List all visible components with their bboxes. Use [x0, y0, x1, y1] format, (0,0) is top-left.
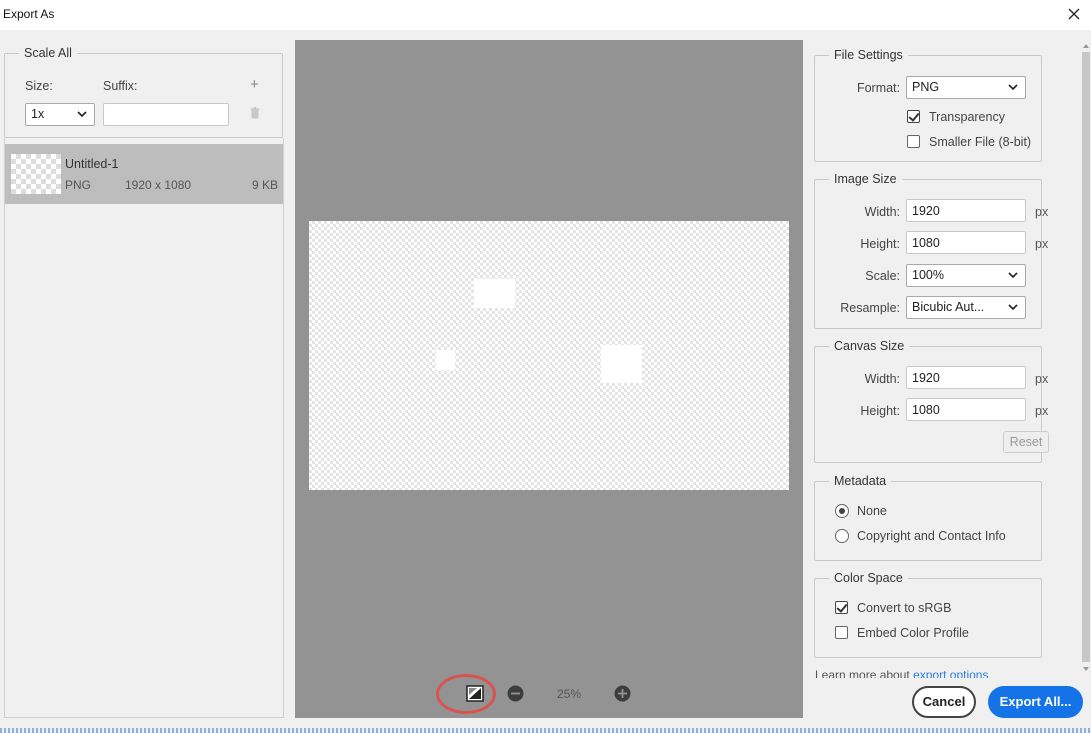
scale-select[interactable]: 100% — [906, 264, 1026, 287]
transparency-checkbox[interactable] — [907, 110, 920, 123]
canvas-width-input[interactable] — [906, 366, 1026, 389]
settings-scrollbar[interactable] — [1081, 40, 1091, 676]
asset-name: Untitled-1 — [65, 157, 119, 171]
zoom-in-icon[interactable] — [614, 685, 631, 702]
metadata-copyright-radio[interactable] — [835, 529, 849, 543]
scrollbar-thumb[interactable] — [1082, 52, 1090, 662]
embed-profile-checkbox[interactable] — [835, 626, 848, 639]
format-label: Format: — [856, 81, 900, 95]
canvas-height-input[interactable] — [906, 398, 1026, 421]
suffix-label: Suffix: — [103, 79, 138, 93]
canvas-size-legend: Canvas Size — [834, 339, 905, 353]
learn-more-text: Learn more about — [815, 668, 910, 678]
smaller-file-checkbox[interactable] — [907, 135, 920, 148]
chevron-down-icon — [1008, 84, 1018, 91]
metadata-group: Metadata — [814, 474, 1042, 561]
scale-label: Scale: — [865, 269, 900, 283]
image-width-label: Width: — [864, 205, 900, 219]
metadata-none-label: None — [857, 504, 887, 518]
smaller-file-label: Smaller File (8-bit) — [929, 135, 1032, 149]
metadata-legend: Metadata — [834, 474, 887, 488]
size-select-value: 1x — [31, 107, 45, 121]
canvas-height-label: Height: — [860, 404, 900, 418]
image-height-input[interactable] — [906, 231, 1026, 254]
preview-area: 25% — [295, 40, 803, 718]
canvas-width-label: Width: — [864, 372, 900, 386]
zoom-out-icon[interactable] — [507, 685, 524, 702]
title-bar: Export As — [0, 0, 1091, 30]
canvas-height-unit: px — [1035, 404, 1049, 418]
scroll-up-icon[interactable] — [1082, 42, 1090, 50]
size-select[interactable]: 1x — [25, 103, 95, 126]
transparency-label: Transparency — [929, 110, 1005, 124]
convert-srgb-checkbox[interactable] — [835, 601, 848, 614]
chevron-down-icon — [1008, 304, 1018, 311]
chevron-down-icon — [1008, 272, 1018, 279]
close-icon[interactable] — [1063, 3, 1085, 25]
canvas-width-unit: px — [1035, 372, 1049, 386]
export-all-button[interactable]: Export All... — [988, 686, 1083, 718]
image-size-legend: Image Size — [834, 172, 897, 186]
resample-select-value: Bicubic Aut... — [912, 300, 985, 314]
scale-all-legend: Scale All — [24, 46, 72, 60]
taskbar-edge — [0, 728, 1091, 733]
format-select[interactable]: PNG — [906, 76, 1026, 99]
export-options-link[interactable]: export options — [913, 668, 988, 678]
asset-row[interactable]: Untitled-1 PNG 1920 x 1080 9 KB — [5, 144, 283, 204]
canvas-shape — [436, 350, 455, 370]
left-panel: Scale All Size: Suffix: + 1x — [4, 40, 284, 718]
embed-profile-label: Embed Color Profile — [857, 626, 969, 640]
canvas-shape — [601, 345, 642, 383]
image-width-unit: px — [1035, 205, 1049, 219]
scale-select-value: 100% — [912, 268, 944, 282]
image-height-unit: px — [1035, 237, 1049, 251]
asset-file-size: 9 KB — [251, 178, 278, 192]
resample-label: Resample: — [840, 301, 900, 315]
scroll-down-icon[interactable] — [1082, 665, 1090, 673]
window-title: Export As — [3, 7, 55, 21]
cancel-button[interactable]: Cancel — [912, 686, 976, 718]
asset-format: PNG — [65, 178, 92, 192]
reset-button[interactable]: Reset — [1003, 431, 1049, 453]
metadata-copyright-label: Copyright and Contact Info — [857, 529, 1006, 543]
zoom-level: 25% — [557, 687, 582, 701]
trash-icon[interactable] — [250, 107, 260, 119]
asset-thumbnail — [11, 154, 61, 194]
add-scale-button[interactable]: + — [250, 76, 259, 93]
preview-canvas — [309, 221, 789, 490]
resample-select[interactable]: Bicubic Aut... — [906, 296, 1026, 319]
learn-more: Learn more about export options — [815, 668, 1080, 678]
metadata-none-radio[interactable] — [835, 504, 849, 518]
size-label: Size: — [25, 79, 53, 93]
canvas-shape — [474, 279, 515, 308]
chevron-down-icon — [77, 111, 87, 118]
suffix-input[interactable] — [103, 103, 229, 126]
image-width-input[interactable] — [906, 199, 1026, 222]
convert-srgb-label: Convert to sRGB — [857, 601, 952, 615]
color-space-legend: Color Space — [834, 571, 903, 585]
image-height-label: Height: — [860, 237, 900, 251]
asset-list — [4, 138, 284, 718]
settings-panel: File Settings Format: PNG Transparency S… — [808, 40, 1091, 680]
format-select-value: PNG — [912, 80, 940, 94]
annotation-circle — [436, 674, 496, 714]
file-settings-legend: File Settings — [834, 48, 903, 62]
asset-dimensions: 1920 x 1080 — [125, 178, 192, 192]
